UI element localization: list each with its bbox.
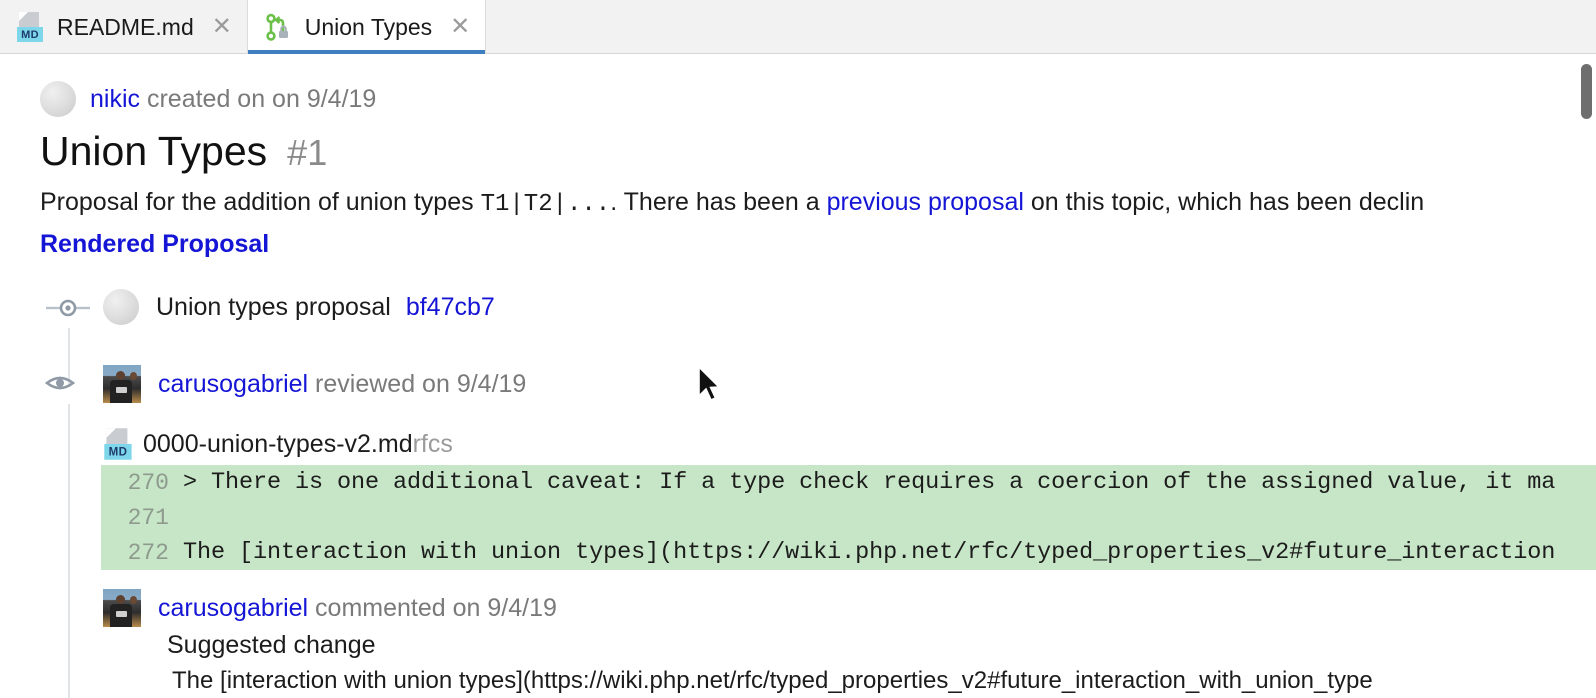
tab-readme-label: README.md — [57, 13, 194, 40]
avatar[interactable] — [103, 365, 141, 403]
issue-body-suffix: on this topic, which has been declin — [1023, 188, 1425, 216]
vertical-scrollbar-thumb[interactable] — [1581, 64, 1592, 119]
diff-line: 271 — [101, 500, 1596, 535]
diff-line-code: The [interaction with union types](https… — [183, 539, 1556, 566]
diff-line: 272 The [interaction with union types](h… — [101, 535, 1596, 570]
tab-readme[interactable]: MD README.md ✕ — [0, 0, 248, 54]
issue-body-mid: . There has been a — [610, 188, 827, 216]
mouse-cursor — [697, 365, 723, 406]
close-icon[interactable]: ✕ — [449, 15, 471, 39]
review-action-label: reviewed on — [315, 369, 450, 398]
review-author-link[interactable]: carusogabriel — [158, 370, 308, 398]
avatar[interactable] — [103, 289, 139, 325]
issue-author-row: nikic created on on 9/4/19 — [40, 81, 376, 117]
issue-view: nikic created on on 9/4/19 Union Types #… — [0, 54, 1596, 698]
diff-hunk: 270 > There is one additional caveat: If… — [101, 465, 1596, 570]
diff-line-number: 271 — [127, 504, 169, 531]
commit-message[interactable]: Union types proposal — [156, 293, 391, 321]
diff-line: 270 > There is one additional caveat: If… — [101, 465, 1596, 500]
markdown-badge-label: MD — [104, 444, 132, 460]
markdown-file-icon: MD — [16, 11, 46, 43]
eye-icon — [44, 372, 76, 399]
comment-action-label: commented on — [315, 593, 481, 622]
diff-line-number: 272 — [127, 539, 169, 566]
issue-date: 9/4/19 — [306, 84, 377, 113]
issue-action-label: created on on — [146, 84, 300, 113]
diff-line-number: 270 — [127, 469, 169, 496]
rendered-proposal-link[interactable]: Rendered Proposal — [40, 230, 269, 259]
tab-union-types[interactable]: Union Types ✕ — [247, 0, 487, 54]
issue-number: #1 — [287, 132, 328, 173]
diff-filename[interactable]: 0000-union-types-v2.md — [143, 430, 413, 458]
markdown-file-icon: MD — [103, 427, 135, 461]
timeline-commit-row: Union types proposal bf47cb7 — [103, 289, 495, 325]
commit-sha-link[interactable]: bf47cb7 — [406, 293, 495, 321]
markdown-badge-label: MD — [17, 27, 43, 42]
page-title: Union Types — [40, 128, 268, 174]
comment-author-link[interactable]: carusogabriel — [158, 594, 308, 622]
avatar[interactable] — [103, 589, 141, 627]
tab-bar: MD README.md ✕ Union Types ✕ — [0, 0, 1596, 54]
issue-body: Proposal for the addition of union types… — [40, 188, 1424, 218]
diff-line-code: > There is one additional caveat: If a t… — [183, 469, 1556, 496]
comment-header-row: carusogabriel commented on 9/4/19 — [103, 589, 557, 627]
issue-body-line: Proposal for the addition of union types… — [40, 188, 1424, 218]
diff-file-header[interactable]: MD 0000-union-types-v2.mdrfcs — [104, 428, 453, 460]
tab-union-types-label: Union Types — [304, 13, 433, 40]
comment-date: 9/4/19 — [487, 593, 557, 622]
timeline-review-row: carusogabriel reviewed on 9/4/19 — [103, 365, 526, 403]
avatar[interactable] — [40, 81, 76, 117]
issue-body-code: T1|T2|... — [480, 191, 611, 218]
comment-body-text: The [interaction with union types](https… — [172, 667, 1373, 694]
previous-proposal-link[interactable]: previous proposal — [827, 188, 1024, 216]
timeline-rail-lower — [68, 404, 70, 698]
close-icon[interactable]: ✕ — [211, 15, 233, 39]
diff-repo-path: rfcs — [412, 429, 453, 458]
page-title-row: Union Types #1 — [40, 128, 327, 175]
issue-author-link[interactable]: nikic — [90, 85, 140, 113]
issue-body-prefix: Proposal for the addition of union types — [40, 188, 481, 216]
comment-heading: Suggested change — [167, 631, 376, 659]
pull-request-icon — [264, 12, 294, 42]
timeline-commit-icon — [46, 297, 90, 324]
review-date: 9/4/19 — [456, 369, 527, 398]
